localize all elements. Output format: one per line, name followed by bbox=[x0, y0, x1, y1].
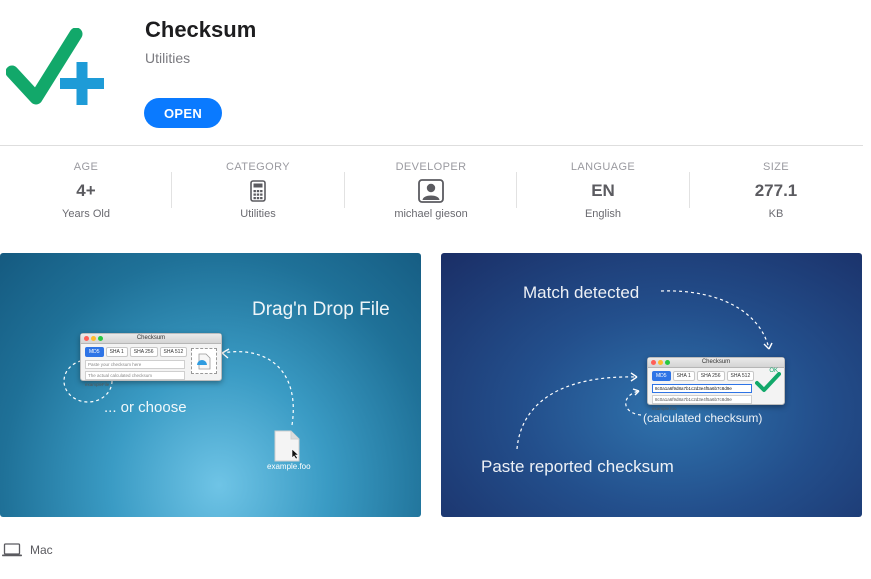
language-value: EN bbox=[591, 181, 615, 200]
mini-tab-sha1: SHA 1 bbox=[672, 371, 695, 381]
info-language: LANGUAGE EN English bbox=[517, 158, 689, 228]
person-icon bbox=[418, 179, 444, 203]
language-label: LANGUAGE bbox=[570, 161, 636, 173]
info-category: CATEGORY Utilities bbox=[172, 158, 344, 228]
app-category-link[interactable]: Utilities bbox=[145, 50, 190, 66]
mini-field-pasted: 8c0a1a6f9d8a7b1c2d3e4f5a6b7c8d9e bbox=[652, 384, 752, 393]
mini-tab-sha512: SHA 512 bbox=[159, 347, 188, 357]
file-icon bbox=[274, 430, 300, 462]
mini-app-window: Checksum MD5 SHA 1 SHA 256 SHA 512 Paste… bbox=[80, 333, 222, 387]
mini-field-calculated: 8c0a1a6f9d8a7b1c2d3e4f5a6b7c8d9e bbox=[652, 395, 752, 404]
mini-tab-sha512: SHA 512 bbox=[726, 371, 755, 381]
size-sub: KB bbox=[768, 208, 784, 220]
mini-tab-sha256: SHA 256 bbox=[129, 347, 158, 357]
mini-drop-target bbox=[191, 348, 217, 374]
checkmark-icon bbox=[755, 372, 781, 392]
info-size: SIZE 277.1 KB bbox=[690, 158, 862, 228]
screenshot-2[interactable]: Match detected Paste reported checksum (… bbox=[441, 253, 862, 517]
mini-tab-sha1: SHA 1 bbox=[105, 347, 128, 357]
platform-row: Mac bbox=[2, 543, 53, 557]
size-value: 277.1 bbox=[754, 181, 798, 200]
mini-field-pasted: Paste your checksum here bbox=[85, 360, 185, 369]
age-label: AGE bbox=[73, 161, 99, 173]
open-button[interactable]: OPEN bbox=[144, 98, 222, 128]
header-divider bbox=[0, 145, 863, 146]
app-title: Checksum bbox=[145, 17, 257, 42]
mini-tab-sha256: SHA 256 bbox=[696, 371, 725, 381]
mini-app-window: Checksum MD5 SHA 1 SHA 256 SHA 512 8c0a1… bbox=[647, 357, 785, 411]
checkmark-plus-icon bbox=[5, 27, 104, 105]
file-name-label: example.foo bbox=[267, 462, 311, 471]
mini-window-title: Checksum bbox=[136, 335, 166, 341]
mini-file-row: example.foo bbox=[652, 406, 677, 411]
info-developer: DEVELOPER michael gieson bbox=[345, 158, 517, 228]
mini-file-icon bbox=[197, 353, 211, 370]
mini-tab-md5: MD5 bbox=[85, 347, 104, 357]
age-sub: Years Old bbox=[62, 208, 110, 220]
mini-tab-md5: MD5 bbox=[652, 371, 671, 381]
info-age: AGE 4+ Years Old bbox=[0, 158, 172, 228]
platform-label: Mac bbox=[30, 543, 53, 557]
laptop-icon bbox=[2, 543, 22, 557]
mini-file-row: exampleFile bbox=[85, 382, 110, 387]
app-icon bbox=[5, 27, 106, 112]
age-value: 4+ bbox=[76, 181, 96, 200]
developer-label: DEVELOPER bbox=[395, 161, 467, 173]
screenshot-1[interactable]: Drag'n Drop File ... or choose Checksum … bbox=[0, 253, 421, 517]
calculator-icon bbox=[250, 180, 266, 202]
mini-window-title: Checksum bbox=[701, 359, 731, 365]
mini-field-calculated: The actual calculated checksum bbox=[85, 371, 185, 380]
category-link[interactable]: Utilities bbox=[172, 208, 344, 220]
developer-link[interactable]: michael gieson bbox=[345, 208, 517, 220]
category-label: CATEGORY bbox=[226, 161, 290, 173]
language-sub: English bbox=[584, 208, 622, 220]
size-label: SIZE bbox=[762, 161, 790, 173]
